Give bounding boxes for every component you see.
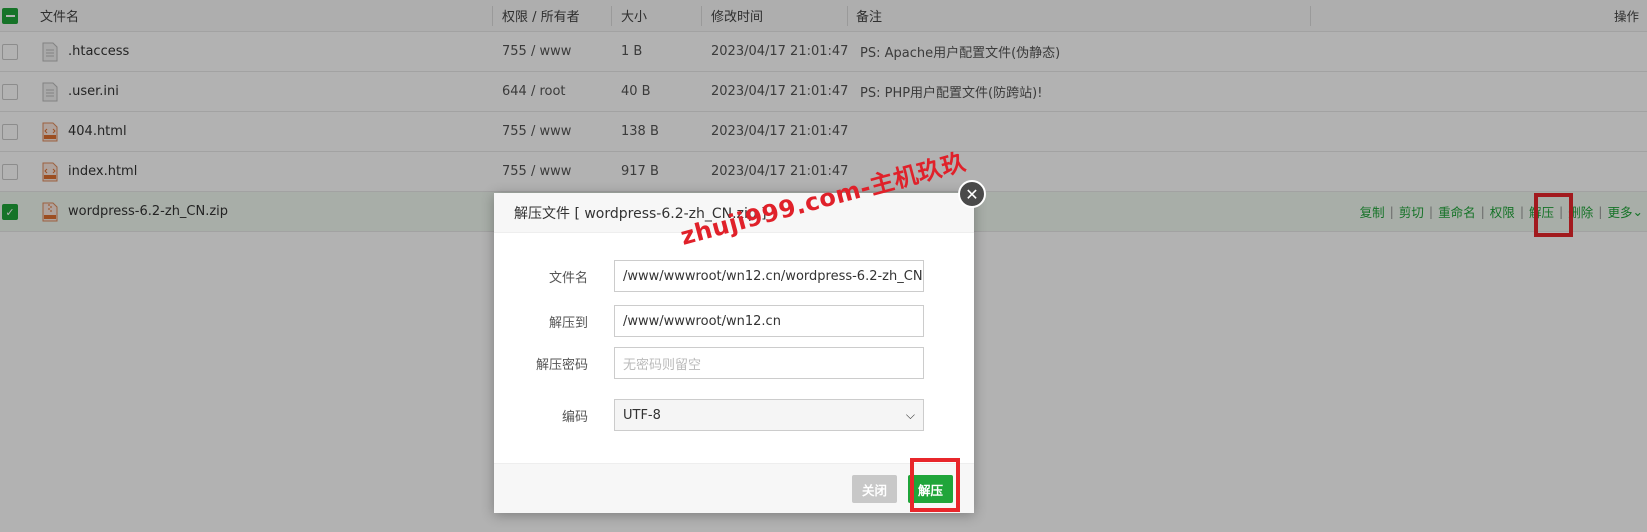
dialog-body: 文件名 /www/wwwroot/wn12.cn/wordpress-6.2-z… (494, 233, 974, 463)
filename-input[interactable]: /www/wwwroot/wn12.cn/wordpress-6.2-zh_CN… (614, 260, 924, 292)
close-icon[interactable]: ✕ (958, 180, 986, 208)
chevron-down-icon: ⌵ (905, 407, 915, 422)
encoding-value: UTF-8 (623, 407, 661, 423)
extract-dialog: 解压文件 [ wordpress-6.2-zh_CN.zip ] 文件名 /ww… (494, 193, 974, 513)
password-label: 解压密码 (535, 357, 588, 373)
highlight-extract-button (910, 458, 960, 512)
dest-label: 解压到 (548, 315, 588, 331)
dialog-footer: 关闭 解压 (494, 463, 974, 513)
encoding-label: 编码 (561, 409, 588, 425)
dest-input[interactable]: /www/wwwroot/wn12.cn (614, 305, 924, 337)
password-input[interactable]: 无密码则留空 (614, 347, 924, 379)
encoding-select[interactable]: UTF-8 ⌵ (614, 399, 924, 431)
close-button[interactable]: 关闭 (852, 475, 898, 503)
filename-label: 文件名 (548, 270, 588, 286)
